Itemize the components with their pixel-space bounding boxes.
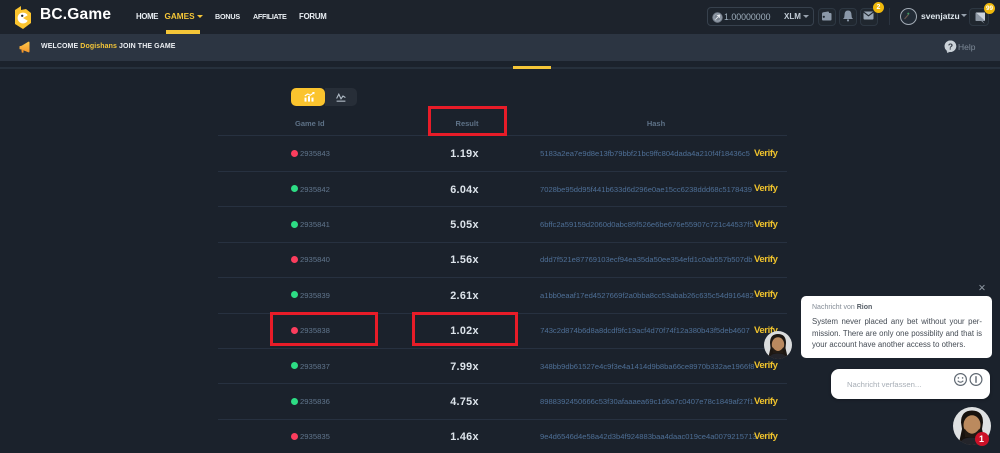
svg-text:?: ? <box>948 41 953 51</box>
